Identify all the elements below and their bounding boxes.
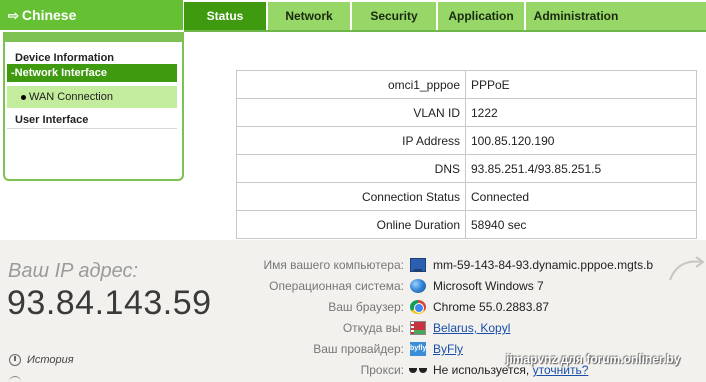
top-nav: Status Network Security Application Admi… (184, 2, 626, 30)
bullet-icon (21, 94, 26, 100)
tab-network[interactable]: Network (268, 2, 350, 30)
table-row: VLAN ID 1222 (236, 98, 697, 127)
info-label: Ваш провайдер: (313, 342, 404, 356)
tab-status[interactable]: Status (184, 2, 266, 30)
ip-caption: Ваш IP адрес: (8, 260, 139, 282)
menu-wan-connection[interactable]: WAN Connection (7, 86, 177, 108)
curved-arrow-icon (669, 256, 705, 281)
table-row: omci1_pppoe PPPoE (236, 70, 697, 99)
windows-icon (410, 279, 426, 293)
info-label: Имя вашего компьютера: (263, 258, 404, 272)
info-value-wrap: ByFly (433, 342, 463, 356)
watermark-text: jimapvnz для forum.onliner.by (506, 352, 681, 366)
info-label: Ваш браузер: (328, 300, 404, 314)
clock-icon (9, 354, 21, 366)
wan-label: IP Address (236, 126, 466, 155)
language-switch[interactable]: ⇨ Chinese (0, 0, 183, 30)
info-value: Chrome 55.0.2883.87 (433, 300, 550, 314)
cropped-icon (9, 376, 21, 382)
tab-application[interactable]: Application (438, 2, 524, 30)
proxy-icon (408, 363, 428, 377)
tab-administration[interactable]: Administration (526, 2, 626, 30)
info-value: Microsoft Windows 7 (433, 279, 544, 293)
location-link[interactable]: Belarus, Kopyl (433, 321, 510, 335)
isp-link[interactable]: ByFly (433, 342, 463, 356)
info-label: Откуда вы: (342, 321, 404, 335)
wan-value: 1222 (465, 98, 697, 127)
menu-wan-connection-label: WAN Connection (29, 91, 113, 103)
wan-label: VLAN ID (236, 98, 466, 127)
table-row: Connection Status Connected (236, 182, 697, 211)
nav-divider (184, 30, 706, 32)
wan-value: 100.85.120.190 (465, 126, 697, 155)
info-label: Операционная система: (269, 279, 404, 293)
side-menu: Device Information -Network Interface WA… (3, 32, 184, 181)
arrow-right-icon: ⇨ (8, 8, 19, 23)
language-label: Chinese (21, 7, 77, 23)
table-row: Online Duration 58940 sec (236, 210, 697, 239)
history-link[interactable]: История (9, 354, 74, 366)
wan-label: Online Duration (236, 210, 466, 239)
isp-icon: byfly (410, 342, 426, 356)
info-value-wrap: Belarus, Kopyl (433, 321, 510, 335)
info-row-computer: Имя вашего компьютера: mm-59-143-84-93.d… (255, 255, 695, 276)
tab-security[interactable]: Security (352, 2, 436, 30)
menu-empty-area (7, 133, 177, 173)
nav-filler (624, 2, 706, 30)
info-row-location: Откуда вы: Belarus, Kopyl (255, 318, 695, 339)
chrome-icon (410, 300, 426, 314)
wan-value: Connected (465, 182, 697, 211)
menu-user-interface[interactable]: User Interface (7, 111, 177, 129)
wan-value: PPPoE (465, 70, 697, 99)
next-item-cropped (9, 376, 109, 382)
ip-info-panel: Ваш IP адрес: 93.84.143.59 История Имя в… (0, 240, 706, 382)
table-row: DNS 93.85.251.4/93.85.251.5 (236, 154, 697, 183)
table-row: IP Address 100.85.120.190 (236, 126, 697, 155)
info-label: Прокси: (360, 363, 404, 377)
info-row-os: Операционная система: Microsoft Windows … (255, 276, 695, 297)
ip-address-value: 93.84.143.59 (7, 284, 212, 322)
info-value: mm-59-143-84-93.dynamic.pppoe.mgts.b (433, 258, 654, 272)
wan-value: 58940 sec (465, 210, 697, 239)
menu-network-interface[interactable]: -Network Interface (7, 64, 177, 82)
wan-label: Connection Status (236, 182, 466, 211)
wan-label: DNS (236, 154, 466, 183)
history-label: История (27, 354, 74, 366)
computer-icon (410, 258, 426, 272)
wan-connection-table: omci1_pppoe PPPoE VLAN ID 1222 IP Address 1… (236, 70, 697, 239)
wan-value: 93.85.251.4/93.85.251.5 (465, 154, 697, 183)
flag-icon (410, 321, 426, 335)
info-row-browser: Ваш браузер: Chrome 55.0.2883.87 (255, 297, 695, 318)
wan-label: omci1_pppoe (236, 70, 466, 99)
